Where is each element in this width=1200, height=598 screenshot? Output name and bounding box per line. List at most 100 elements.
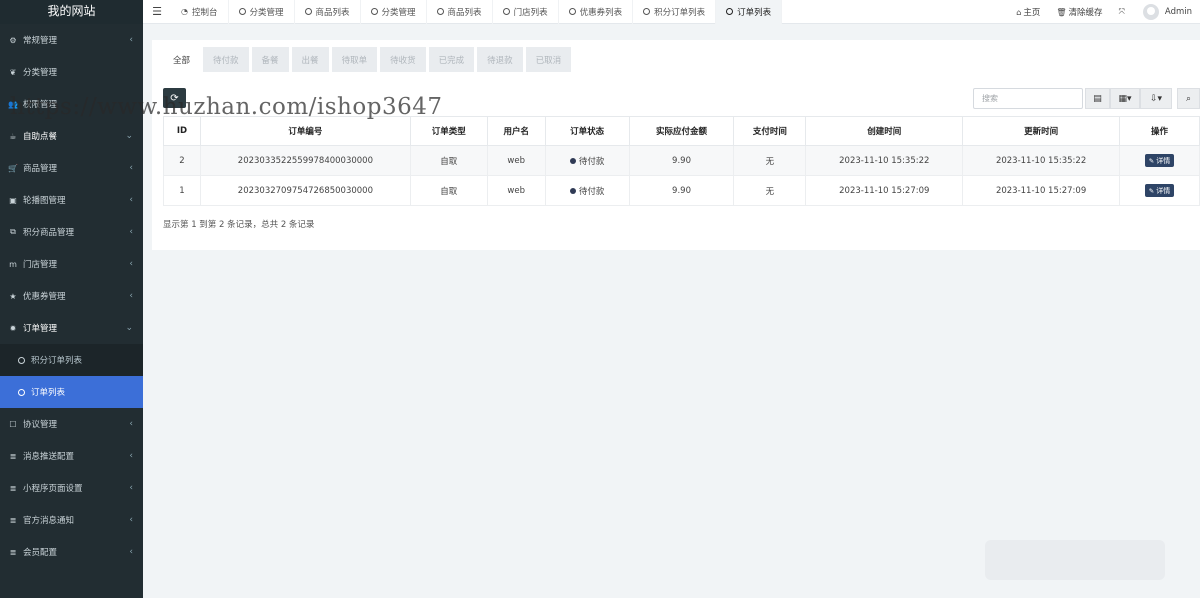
sidebar-item-label: 轮播图管理 (23, 196, 66, 206)
table-row[interactable]: 2 2023033522559978400030000 自取 web 待付款 9.90 无 2… (163, 145, 1200, 176)
gift-icon: ⧉ (10, 227, 16, 236)
menu-toggle-icon[interactable]: ☰ (143, 5, 171, 18)
status-tab[interactable]: 待退款 (477, 47, 523, 72)
star-icon: ★ (9, 291, 17, 301)
column-header[interactable]: 操作 (1119, 116, 1200, 146)
sidebar-item-label: 自助点餐 (23, 132, 58, 142)
clear-cache-button[interactable]: 🗑 清除缓存 (1048, 6, 1110, 19)
search-input[interactable] (973, 88, 1083, 109)
sidebar-subitem[interactable]: 积分订单列表 (0, 344, 143, 376)
status-tab[interactable]: 备餐 (251, 47, 289, 72)
list-icon: ≣ (9, 515, 17, 525)
sidebar-item[interactable]: ☐ 协议管理 ‹ (0, 408, 143, 440)
tab-page[interactable]: 分类管理 (361, 0, 427, 24)
sidebar-item[interactable]: ▣ 轮播图管理 ‹ (0, 184, 143, 216)
chevron-down-icon: ⌄ (125, 323, 133, 333)
columns-button[interactable]: ▦▾ (1110, 88, 1140, 109)
sidebar-item-label: 分类管理 (23, 68, 58, 78)
site-logo[interactable]: 我的网站 (0, 0, 143, 24)
column-header[interactable]: 支付时间 (733, 116, 807, 146)
top-right-actions: ⌂ 主页 🗑 清除缓存 ⤧ Admin (1008, 0, 1200, 24)
table-icon: ▤ (1093, 93, 1102, 104)
tab-label: 分类管理 (381, 7, 416, 18)
sidebar-item[interactable]: ☕ 自助点餐 ⌄ (0, 120, 143, 152)
leaf-icon: ❦ (9, 67, 17, 77)
tab-page[interactable]: 积分订单列表 (633, 0, 717, 24)
tab-label: 订单列表 (737, 7, 772, 18)
status-tab[interactable]: 已取消 (525, 47, 572, 72)
column-header[interactable]: 创建时间 (805, 116, 964, 146)
chevron-left-icon: ‹ (129, 291, 133, 301)
column-header[interactable]: 用户名 (486, 116, 546, 146)
status-tab[interactable]: 出餐 (291, 47, 329, 72)
tab-page[interactable]: 优惠券列表 (559, 0, 634, 24)
sidebar-item[interactable]: ≣ 小程序页面设置 ‹ (0, 472, 143, 504)
tab-page[interactable]: 分类管理 (229, 0, 295, 24)
column-header[interactable]: 更新时间 (962, 116, 1121, 146)
search-button[interactable]: ⌕ (1177, 88, 1200, 109)
status-tab[interactable]: 已完成 (428, 47, 475, 72)
sidebar-item[interactable]: ⚙ 常规管理 ‹ (0, 24, 143, 56)
sidebar-item[interactable]: ≣ 官方消息通知 ‹ (0, 504, 143, 536)
sidebar-item-label: 权限管理 (23, 100, 58, 110)
fullscreen-button[interactable]: ⤧ (1111, 7, 1135, 17)
sidebar-item[interactable]: m 门店管理 ‹ (0, 248, 143, 280)
chevron-left-icon: ‹ (129, 483, 133, 493)
export-button[interactable]: ⇩▾ (1140, 88, 1172, 109)
status-tab[interactable]: 待取单 (331, 47, 378, 72)
home-link[interactable]: ⌂ 主页 (1008, 6, 1048, 19)
sidebar-item[interactable]: ≣ 会员配置 ‹ (0, 536, 143, 568)
tab-page[interactable]: 商品列表 (427, 0, 493, 24)
circle-icon (726, 8, 734, 15)
chevron-left-icon: ‹ (129, 515, 133, 525)
refresh-button[interactable]: ⟳ (163, 88, 186, 108)
sidebar-item[interactable]: ✹ 订单管理 ⌄ (0, 312, 143, 344)
order-list-panel: 全部待付款备餐出餐待取单待收货已完成待退款已取消 ⟳ ▤ ▦▾ ⇩▾ ⌕ ID订… (152, 40, 1200, 250)
sidebar-item[interactable]: ❦ 分类管理 (0, 56, 143, 88)
table-row[interactable]: 1 2023032709754726850030000 自取 web 待付款 9.90 无 2… (163, 175, 1200, 206)
circle-icon (238, 8, 246, 15)
edit-icon: ✎ (1148, 186, 1155, 195)
column-header[interactable]: 实际应付金额 (628, 116, 735, 146)
sidebar-item[interactable]: ≣ 消息推送配置 ‹ (0, 440, 143, 472)
status-tab[interactable]: 待收货 (380, 47, 426, 72)
search-icon: ⌕ (1185, 93, 1192, 104)
sidebar-item[interactable]: ⧉ 积分商品管理 ‹ (0, 216, 143, 248)
user-name: Admin (1164, 7, 1192, 17)
column-header[interactable]: 订单状态 (544, 116, 630, 146)
sidebar-item-label: 消息推送配置 (23, 452, 75, 462)
toggle-view-button[interactable]: ▤ (1085, 88, 1110, 109)
tab-page[interactable]: 订单列表 (716, 0, 783, 24)
sidebar-item-label: 官方消息通知 (23, 516, 75, 526)
chevron-down-icon: ⌄ (125, 131, 133, 141)
cell-user: web (486, 175, 546, 206)
gear-icon: ✹ (9, 323, 17, 333)
circle-icon (304, 8, 312, 15)
tab-page[interactable]: 商品列表 (295, 0, 361, 24)
status-tab[interactable]: 全部 (163, 47, 201, 72)
chevron-left-icon: ‹ (129, 195, 133, 205)
detail-button[interactable]: ✎ 详情 (1144, 184, 1175, 197)
detail-button[interactable]: ✎ 详情 (1144, 154, 1175, 167)
column-header[interactable]: ID (163, 116, 201, 146)
sidebar-item-label: 优惠券管理 (23, 292, 66, 302)
sidebar-item[interactable]: 👥 权限管理 (0, 88, 143, 120)
sidebar-item[interactable]: 🛒 商品管理 ‹ (0, 152, 143, 184)
cell-id: 1 (163, 175, 201, 206)
sidebar-item-label: 常规管理 (23, 36, 58, 46)
sidebar-item-label: 商品管理 (23, 164, 58, 174)
sidebar-item-label: 积分商品管理 (23, 228, 75, 238)
user-menu[interactable]: Admin (1135, 4, 1200, 20)
status-tab[interactable]: 待付款 (203, 47, 249, 72)
sidebar-item[interactable]: ★ 优惠券管理 ‹ (0, 280, 143, 312)
tab-page[interactable]: ◔ 控制台 (171, 0, 229, 24)
sidebar-subitem[interactable]: 订单列表 (0, 376, 143, 408)
column-header[interactable]: 订单编号 (199, 116, 411, 146)
tab-page[interactable]: 门店列表 (493, 0, 559, 24)
order-table: ID 订单编号 订单类型 用户名 订单状态 实际应付金额 支付时间 创建时间 更新时间 操作 22… (163, 116, 1200, 206)
cell-created: 2023-11-10 15:27:09 (805, 175, 964, 206)
chevron-left-icon: ‹ (129, 419, 133, 429)
list-icon: ≣ (9, 483, 17, 493)
circle-icon (568, 8, 576, 15)
column-header[interactable]: 订单类型 (409, 116, 488, 146)
